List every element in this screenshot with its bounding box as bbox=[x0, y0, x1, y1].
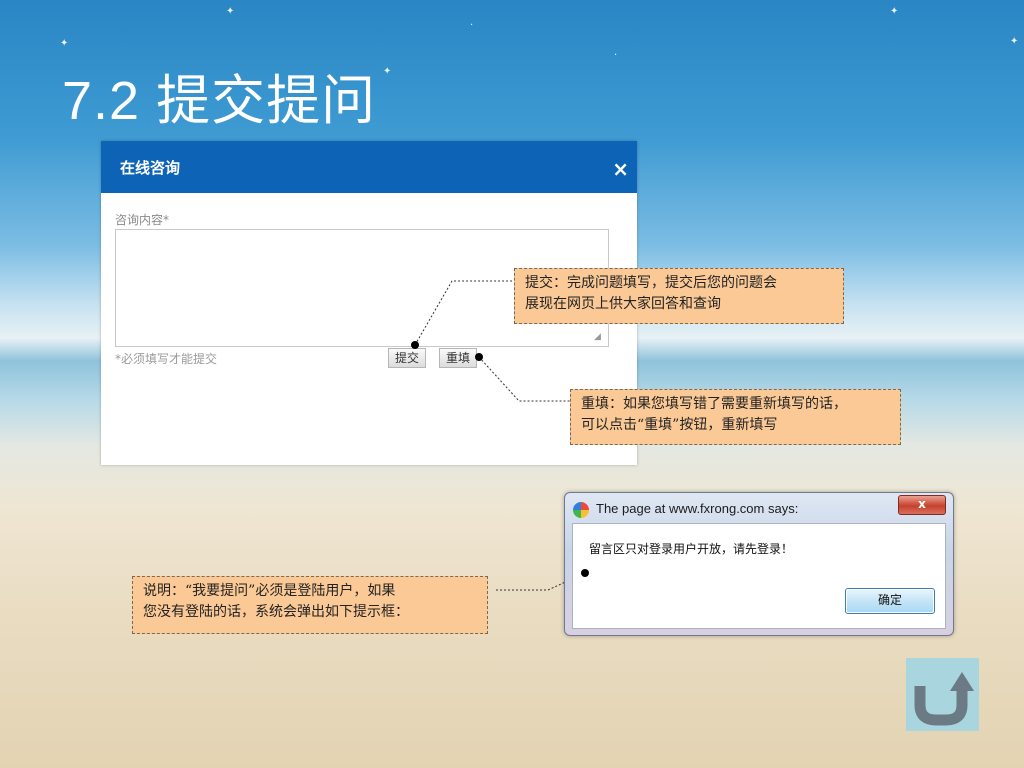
submit-callout-line1: 提交：完成问题填写，提交后您的问题会 bbox=[525, 275, 777, 291]
login-note-line2: 您没有登陆的话，系统会弹出如下提示框： bbox=[143, 604, 409, 620]
submit-callout-line2: 展现在网页上供大家回答和查询 bbox=[525, 296, 721, 312]
reset-callout-line1: 重填：如果您填写错了需要重新填写的话， bbox=[581, 396, 847, 412]
alert-message: 留言区只对登录用户开放，请先登录！ bbox=[589, 542, 794, 556]
close-icon[interactable]: × bbox=[612, 157, 629, 181]
submit-callout: 提交：完成问题填写，提交后您的问题会 展现在网页上供大家回答和查询 bbox=[514, 268, 844, 324]
login-note-callout: 说明：“我要提问”必须是登陆用户，如果 您没有登陆的话，系统会弹出如下提示框： bbox=[132, 576, 488, 634]
consult-dialog-title: 在线咨询 bbox=[120, 159, 181, 177]
submit-button[interactable]: 提交 bbox=[388, 348, 427, 368]
alert-ok-button[interactable]: 确定 bbox=[845, 588, 935, 614]
alert-body: 留言区只对登录用户开放，请先登录！ 确定 bbox=[572, 523, 946, 629]
reset-callout: 重填：如果您填写错了需要重新填写的话， 可以点击“重填”按钮，重新填写 bbox=[570, 389, 901, 445]
resize-grip-icon[interactable]: ◢ bbox=[594, 332, 601, 342]
slide-title: 7.2 提交提问 bbox=[62, 71, 377, 131]
required-note: *必须填写才能提交 bbox=[115, 352, 218, 366]
browser-logo-icon bbox=[573, 502, 589, 518]
content-label: 咨询内容* bbox=[115, 213, 170, 227]
u-turn-arrow-icon bbox=[914, 672, 974, 726]
reset-button[interactable]: 重填 bbox=[439, 348, 478, 368]
alert-pointer-dot bbox=[581, 569, 589, 577]
submit-pointer-dot bbox=[411, 341, 419, 349]
login-alert-dialog: The page at www.fxrong.com says: x 留言区只对… bbox=[564, 492, 954, 636]
reset-callout-line2: 可以点击“重填”按钮，重新填写 bbox=[581, 417, 778, 433]
alert-close-button[interactable]: x bbox=[898, 495, 946, 515]
alert-title: The page at www.fxrong.com says: bbox=[596, 501, 799, 516]
login-note-line1: 说明：“我要提问”必须是登陆用户，如果 bbox=[143, 583, 396, 599]
consult-dialog-header: 在线咨询 × bbox=[101, 141, 637, 193]
return-button[interactable] bbox=[906, 658, 979, 731]
reset-pointer-dot bbox=[475, 353, 483, 361]
